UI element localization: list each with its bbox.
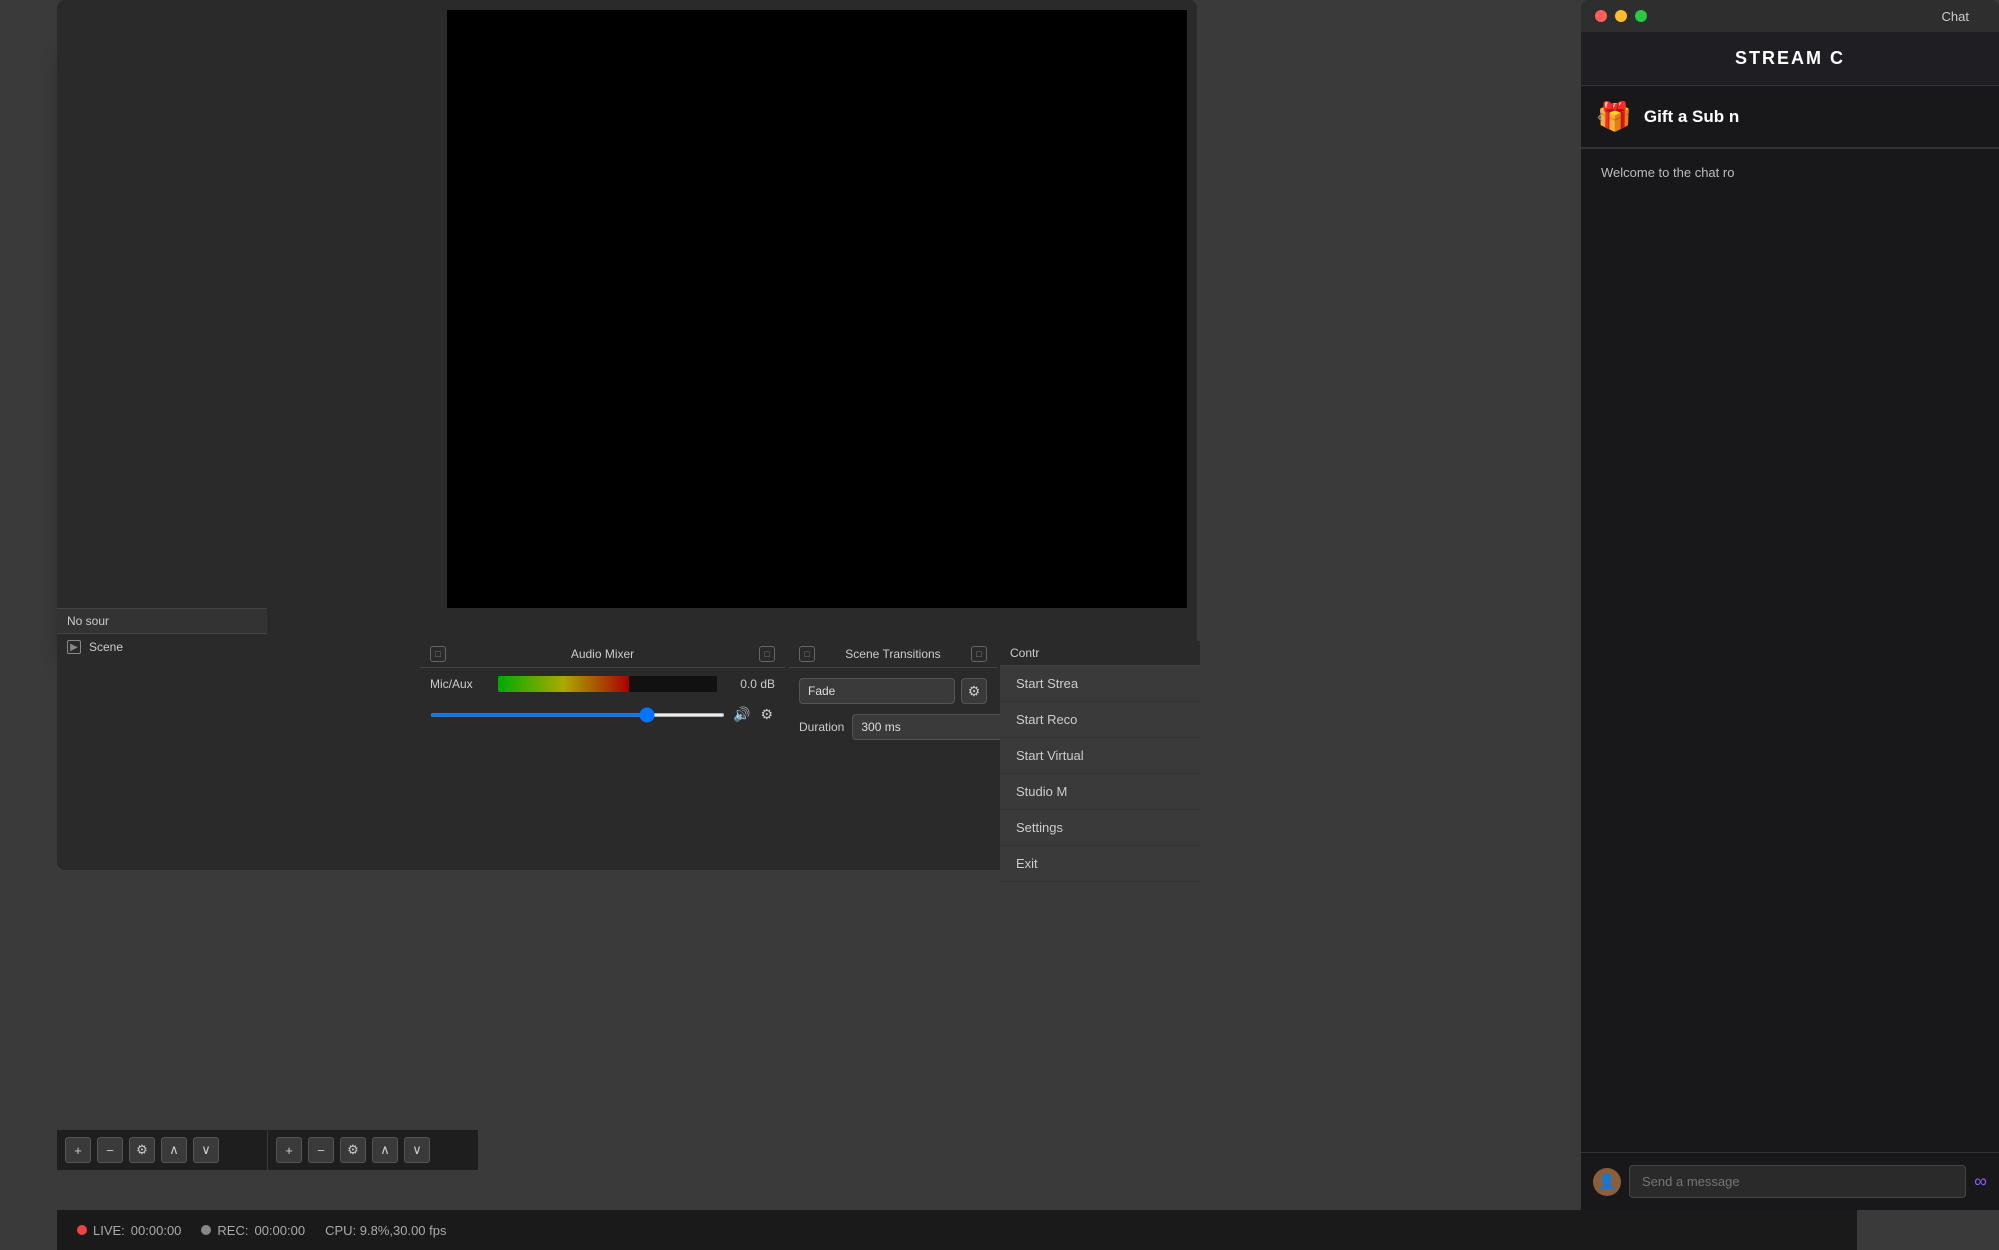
audio-mixer-expand-icon[interactable]: □ bbox=[430, 646, 446, 662]
audio-controls: 🔊 ⚙ bbox=[420, 704, 785, 725]
chat-stream-header: STREAM C bbox=[1581, 32, 1999, 86]
audio-mixer-header: □ Audio Mixer □ bbox=[420, 641, 785, 668]
chat-avatar: 👤 bbox=[1593, 1168, 1621, 1196]
mute-button[interactable]: 🔊 bbox=[731, 704, 752, 725]
chat-input-area: 👤 ∞ bbox=[1581, 1152, 1999, 1210]
audio-mixer-section: □ Audio Mixer □ Mic/Aux 0.0 dB 🔊 ⚙ bbox=[420, 641, 785, 806]
transitions-header: □ Scene Transitions □ bbox=[789, 641, 997, 668]
rec-time: 00:00:00 bbox=[254, 1223, 305, 1238]
add-scene-button[interactable]: + bbox=[65, 1137, 91, 1163]
gift-sub-text: Gift a Sub n bbox=[1644, 107, 1739, 127]
mic-aux-label: Mic/Aux bbox=[430, 677, 490, 691]
scene-transitions-section: □ Scene Transitions □ Fade ⚙ Duration ▲ … bbox=[789, 641, 997, 806]
scene-settings-button[interactable]: ⚙ bbox=[129, 1137, 155, 1163]
chat-close-light[interactable] bbox=[1595, 10, 1607, 22]
rec-label: REC: bbox=[217, 1223, 248, 1238]
infinity-icon: ∞ bbox=[1974, 1171, 1987, 1192]
start-stream-button[interactable]: Start Strea bbox=[1000, 666, 1200, 702]
chat-back-button[interactable]: ‹ bbox=[1597, 106, 1603, 127]
duration-label: Duration bbox=[799, 720, 844, 734]
controls-header: Contr bbox=[1000, 641, 1200, 666]
live-indicator bbox=[77, 1225, 87, 1235]
volume-meter bbox=[498, 676, 717, 692]
audio-channel-row: Mic/Aux 0.0 dB bbox=[420, 668, 785, 700]
chat-welcome: Welcome to the chat ro bbox=[1581, 149, 1999, 196]
exit-button[interactable]: Exit bbox=[1000, 846, 1200, 882]
audio-mixer-title: Audio Mixer bbox=[571, 647, 634, 661]
transition-gear-button[interactable]: ⚙ bbox=[961, 678, 987, 704]
chat-input[interactable] bbox=[1629, 1165, 1966, 1198]
chat-titlebar: Chat bbox=[1581, 0, 1999, 32]
source-up-button[interactable]: ∧ bbox=[372, 1137, 398, 1163]
live-time: 00:00:00 bbox=[131, 1223, 182, 1238]
remove-source-button[interactable]: − bbox=[308, 1137, 334, 1163]
controls-section: Contr Start Strea Start Reco Start Virtu… bbox=[1000, 641, 1200, 861]
rec-status: REC: 00:00:00 bbox=[201, 1223, 305, 1238]
gift-sub-banner[interactable]: ‹ 🎁 Gift a Sub n bbox=[1581, 86, 1999, 148]
transitions-settings-icon[interactable]: □ bbox=[971, 646, 987, 662]
volume-bar bbox=[498, 676, 629, 692]
chat-minimize-light[interactable] bbox=[1615, 10, 1627, 22]
start-virtual-button[interactable]: Start Virtual bbox=[1000, 738, 1200, 774]
transition-select[interactable]: Fade bbox=[799, 678, 955, 704]
studio-mode-button[interactable]: Studio M bbox=[1000, 774, 1200, 810]
live-label: LIVE: bbox=[93, 1223, 125, 1238]
add-source-button[interactable]: + bbox=[276, 1137, 302, 1163]
scenes-header: No sour bbox=[57, 609, 267, 634]
rec-indicator bbox=[201, 1225, 211, 1235]
transitions-title: Scene Transitions bbox=[845, 647, 940, 661]
scene-up-button[interactable]: ∧ bbox=[161, 1137, 187, 1163]
transitions-expand-icon[interactable]: □ bbox=[799, 646, 815, 662]
chat-title: Chat bbox=[1942, 9, 1969, 24]
chat-maximize-light[interactable] bbox=[1635, 10, 1647, 22]
chat-panel: Chat STREAM C ‹ 🎁 Gift a Sub n Welcome t… bbox=[1581, 0, 1999, 1210]
scene-icon: ▶ bbox=[67, 640, 81, 654]
duration-row: Duration ▲ ▼ bbox=[789, 714, 997, 750]
scene-down-button[interactable]: ∨ bbox=[193, 1137, 219, 1163]
scenes-toolbar: + − ⚙ ∧ ∨ bbox=[57, 1130, 267, 1170]
scene-item[interactable]: ▶ Scene bbox=[57, 634, 267, 660]
preview-area bbox=[447, 10, 1187, 608]
remove-scene-button[interactable]: − bbox=[97, 1137, 123, 1163]
controls-title: Contr bbox=[1010, 646, 1039, 660]
settings-button[interactable]: Settings bbox=[1000, 810, 1200, 846]
cpu-status: CPU: 9.8%,30.00 fps bbox=[325, 1223, 446, 1238]
audio-mixer-settings-icon[interactable]: □ bbox=[759, 646, 775, 662]
live-status: LIVE: 00:00:00 bbox=[77, 1223, 181, 1238]
sources-toolbar: + − ⚙ ∧ ∨ bbox=[268, 1130, 478, 1170]
scenes-panel: No sour ▶ Scene bbox=[57, 608, 267, 813]
cpu-value: CPU: 9.8%,30.00 fps bbox=[325, 1223, 446, 1238]
audio-settings-button[interactable]: ⚙ bbox=[758, 704, 775, 725]
source-settings-button[interactable]: ⚙ bbox=[340, 1137, 366, 1163]
source-down-button[interactable]: ∨ bbox=[404, 1137, 430, 1163]
status-bar: LIVE: 00:00:00 REC: 00:00:00 CPU: 9.8%,3… bbox=[57, 1210, 1857, 1250]
db-value: 0.0 dB bbox=[725, 677, 775, 691]
stream-channel: STREAM C bbox=[1601, 48, 1979, 69]
fade-select-wrap: Fade ⚙ bbox=[789, 668, 997, 714]
volume-slider[interactable] bbox=[430, 713, 725, 717]
start-recording-button[interactable]: Start Reco bbox=[1000, 702, 1200, 738]
